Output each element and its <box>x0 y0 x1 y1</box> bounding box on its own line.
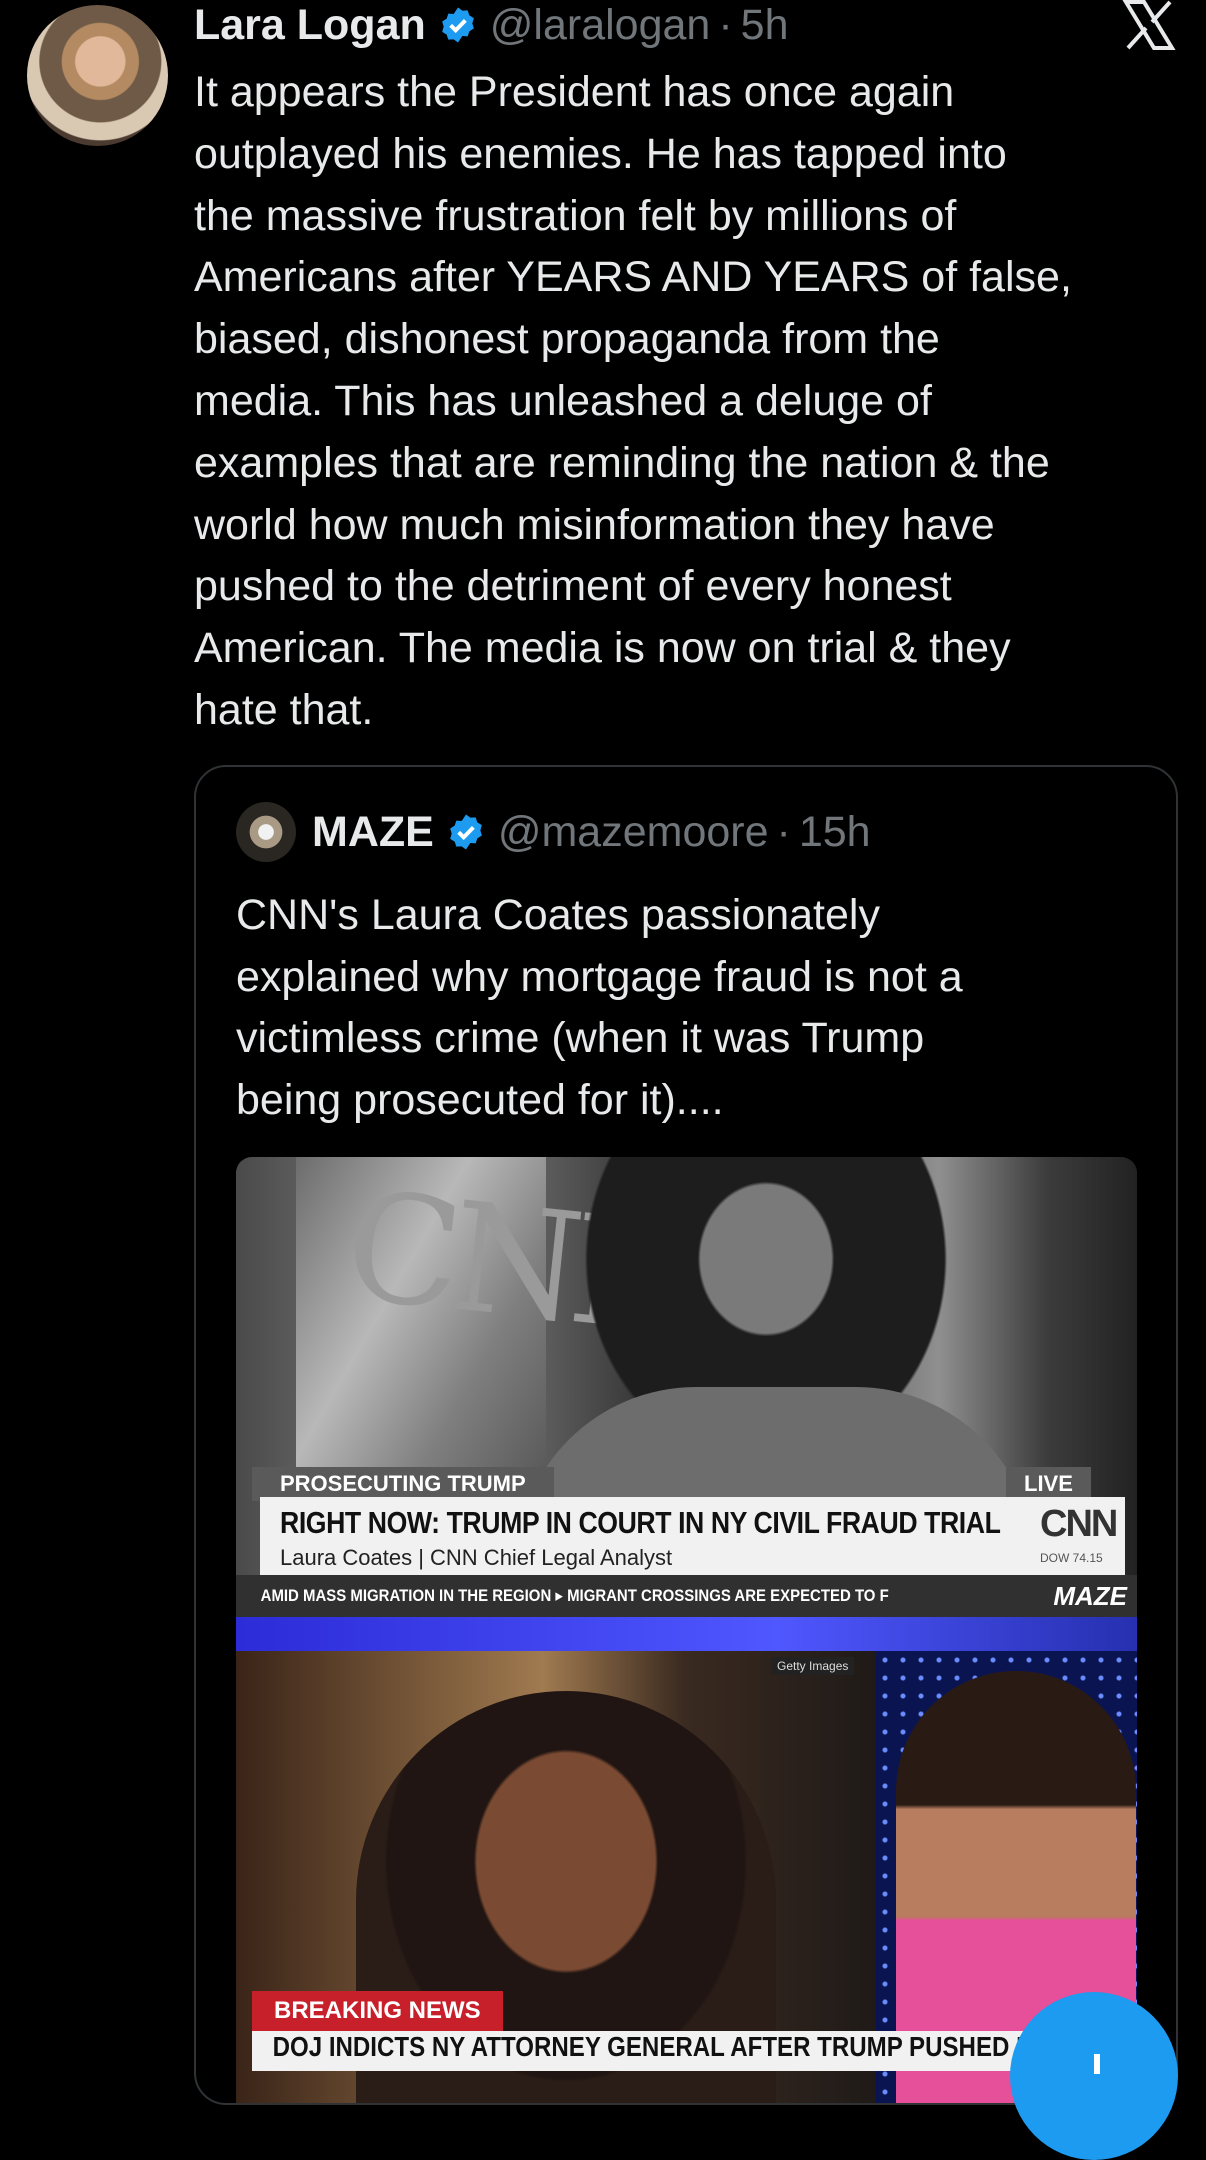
breaking-headline: DOJ INDICTS NY ATTORNEY GENERAL AFTER TR… <box>252 2031 1122 2071</box>
quoted-avatar[interactable] <box>236 802 296 862</box>
breaking-headline-text: DOJ INDICTS NY ATTORNEY GENERAL AFTER TR… <box>272 2031 1122 2062</box>
video-divider <box>236 1617 1137 1651</box>
compose-button[interactable] <box>1010 1992 1178 2160</box>
post-header: Lara Logan @laralogan · 5h <box>194 0 789 50</box>
video-frame-bottom: Getty Images BREAKING NEWS DOJ INDICTS N… <box>236 1651 1137 2103</box>
getty-credit: Getty Images <box>771 1657 855 1675</box>
breaking-news-label: BREAKING NEWS <box>252 1991 503 2031</box>
quoted-handle[interactable]: @mazemoore <box>498 808 769 857</box>
quoted-text: CNN's Laura Coates passionately explaine… <box>236 891 963 1124</box>
video-player[interactable]: CNN PROSECUTING TRUMP LIVE RIGHT NOW: TR… <box>236 1157 1137 2103</box>
author-handle[interactable]: @laralogan <box>490 1 711 50</box>
verified-badge-icon <box>438 5 478 45</box>
ticker-text: AMID MASS MIGRATION IN THE REGION ▸ MIGR… <box>260 1586 889 1605</box>
cnn-logo: CNN <box>1040 1503 1118 1545</box>
author-avatar[interactable] <box>27 5 168 146</box>
chyron-label: PROSECUTING TRUMP <box>252 1467 554 1501</box>
quoted-header: MAZE @mazemoore · 15h <box>236 802 871 862</box>
chyron-subtitle: Laura Coates | CNN Chief Legal Analyst <box>280 1545 673 1570</box>
news-ticker: AMID MASS MIGRATION IN THE REGION ▸ MIGR… <box>236 1575 1137 1617</box>
x-logo-icon[interactable] <box>1122 0 1176 50</box>
separator-dot: · <box>718 0 733 49</box>
quoted-time[interactable]: 15h <box>799 808 871 857</box>
plus-icon <box>1094 2054 1100 2074</box>
chyron-headline: RIGHT NOW: TRUMP IN COURT IN NY CIVIL FR… <box>280 1505 1001 1540</box>
verified-badge-icon <box>446 812 486 852</box>
post-text: It appears the President has once again … <box>194 68 1072 734</box>
quoted-name[interactable]: MAZE <box>312 808 434 857</box>
quoted-post[interactable]: MAZE @mazemoore · 15h CNN's Laura Coates… <box>194 765 1178 2105</box>
chyron: RIGHT NOW: TRUMP IN COURT IN NY CIVIL FR… <box>260 1497 1125 1577</box>
author-name[interactable]: Lara Logan <box>194 1 426 50</box>
separator-dot: · <box>776 807 791 856</box>
video-frame-top: CNN PROSECUTING TRUMP LIVE RIGHT NOW: TR… <box>236 1157 1137 1627</box>
post-time[interactable]: 5h <box>741 1 789 50</box>
watermark: MAZE <box>1053 1580 1127 1611</box>
dow-ticker: DOW 74.15 <box>1040 1551 1103 1565</box>
live-badge: LIVE <box>1006 1467 1091 1501</box>
